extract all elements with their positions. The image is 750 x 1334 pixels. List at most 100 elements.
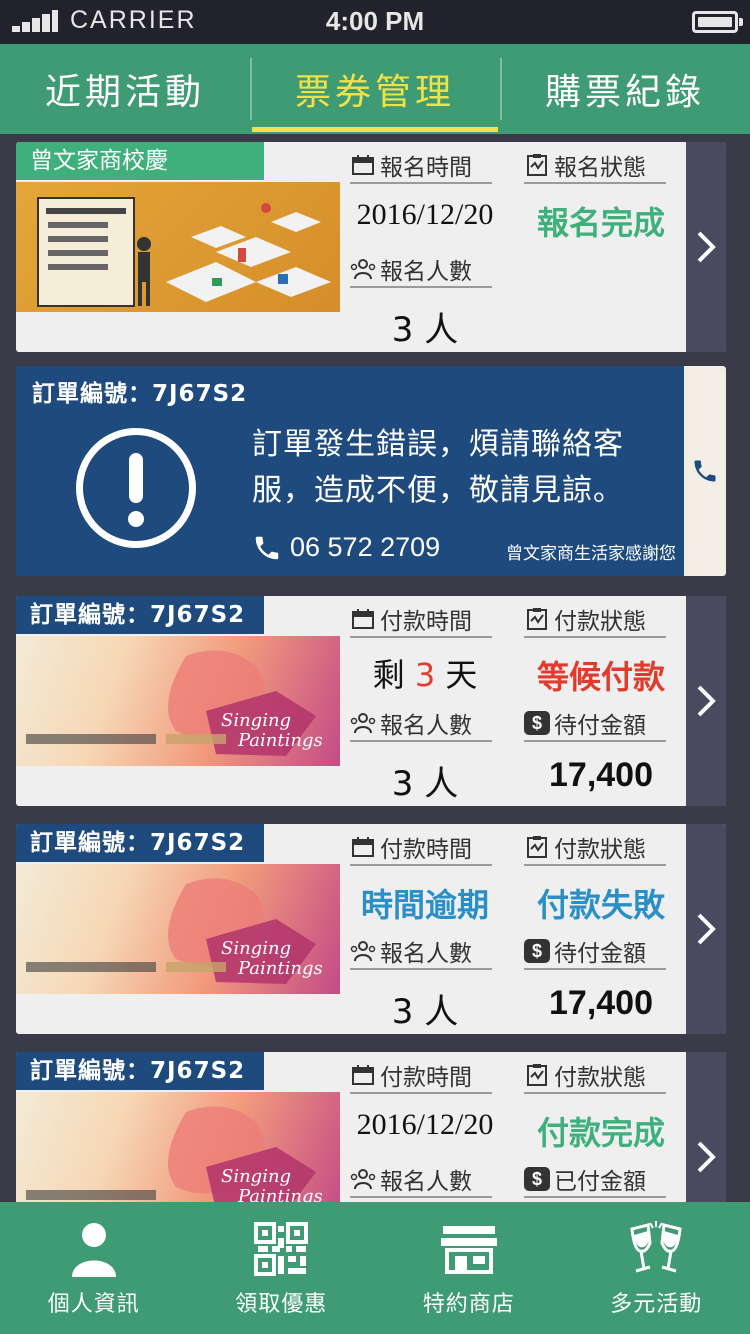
label-text: 待付金額: [554, 713, 646, 739]
chevron-right-icon: [697, 685, 716, 717]
amount-due-label: $ 待付金額: [524, 708, 666, 742]
people-icon: [350, 939, 376, 963]
payment-time-status: 時間逾期: [360, 886, 489, 924]
people-count: 3 人: [391, 992, 459, 1032]
people-icon: [350, 1167, 376, 1191]
label-text: 付款時間: [380, 1065, 472, 1091]
calendar-icon: [350, 835, 376, 859]
amount-due-label: $ 待付金額: [524, 936, 666, 970]
payment-date: 2016/12/20: [356, 1108, 494, 1141]
payment-status: 付款失敗: [536, 886, 665, 924]
tab-purchase-history[interactable]: 購票紀錄: [500, 44, 750, 134]
label-text: 待付金額: [554, 941, 646, 967]
detail-arrow-button[interactable]: [686, 824, 726, 1034]
label-text: 付款狀態: [554, 1065, 646, 1091]
label-text: 付款時間: [380, 837, 472, 863]
clipboard-icon: [524, 153, 550, 177]
dollar-icon: $: [524, 1167, 550, 1191]
payment-status: 等候付款: [536, 658, 665, 696]
people-count-label: 報名人數: [350, 708, 492, 742]
days-suffix: 天: [435, 656, 478, 694]
dollar-icon: $: [524, 711, 550, 735]
payment-time-label: 付款時間: [350, 1060, 492, 1094]
store-icon: [438, 1218, 500, 1280]
people-count-label: 報名人數: [350, 254, 492, 288]
error-message: 訂單發生錯誤，煩請聯絡客服，造成不便，敬請見諒。: [252, 427, 624, 508]
nav-item-profile[interactable]: 個人資訊: [0, 1202, 188, 1334]
payment-card[interactable]: 訂單編號：7J67S2 Singing Paintings 付款時間 付款狀態 …: [16, 596, 726, 806]
bottom-nav: 個人資訊 領取優惠 特約商店 多元活動: [0, 1202, 750, 1334]
payment-time-label: 付款時間: [350, 832, 492, 866]
label-text: 付款狀態: [554, 609, 646, 635]
alert-icon: [76, 428, 196, 548]
label-text: 報名人數: [380, 1169, 472, 1195]
calendar-icon: [350, 153, 376, 177]
order-error-card: 訂單編號：7J67S2 訂單發生錯誤，煩請聯絡客服，造成不便，敬請見諒。 06 …: [16, 366, 726, 576]
label-text: 報名狀態: [554, 155, 646, 181]
order-number: 訂單編號：7J67S2: [16, 1052, 264, 1090]
amount-due: 17,400: [549, 984, 653, 1022]
calendar-icon: [350, 607, 376, 631]
svg-text:Paintings: Paintings: [237, 730, 323, 751]
label-text: 報名人數: [380, 941, 472, 967]
people-count: 3 人: [391, 310, 459, 350]
phone-icon: [255, 536, 279, 559]
chevron-right-icon: [697, 231, 716, 263]
tab-label: 票券管理: [294, 72, 455, 113]
nav-item-activities[interactable]: 多元活動: [563, 1202, 750, 1334]
people-count: 3 人: [391, 764, 459, 804]
event-thumbnail: Singing Paintings: [16, 636, 340, 766]
event-thumbnail: [16, 182, 340, 312]
registration-status: 報名完成: [536, 204, 665, 242]
thanks-note: 曾文家商生活家感謝您: [506, 544, 676, 564]
nav-label: 個人資訊: [47, 1292, 140, 1317]
support-phone[interactable]: 06 572 2709: [252, 532, 440, 563]
people-icon: [350, 711, 376, 735]
label-text: 付款時間: [380, 609, 472, 635]
payment-status: 付款完成: [536, 1114, 665, 1152]
phone-icon: [694, 460, 716, 482]
svg-text:Singing: Singing: [221, 1166, 291, 1187]
tab-ticket-management[interactable]: 票券管理: [250, 44, 500, 134]
call-button[interactable]: [684, 366, 726, 576]
label-text: 報名人數: [380, 259, 472, 285]
dollar-icon: $: [524, 939, 550, 963]
svg-text:Paintings: Paintings: [237, 958, 323, 979]
chevron-right-icon: [697, 913, 716, 945]
amount-due: 17,400: [549, 756, 653, 794]
clipboard-icon: [524, 607, 550, 631]
people-count-label: 報名人數: [350, 936, 492, 970]
svg-text:Singing: Singing: [221, 938, 291, 959]
registration-card[interactable]: 曾文家商校慶 報名時間 報名狀態 2016/12/20 報名完成 報名人數 3 …: [16, 142, 726, 352]
chevron-right-icon: [697, 1141, 716, 1173]
tab-label: 購票紀錄: [544, 72, 705, 113]
clipboard-icon: [524, 1063, 550, 1087]
nav-item-partner-stores[interactable]: 特約商店: [375, 1202, 563, 1334]
label-text: 已付金額: [554, 1169, 646, 1195]
days-prefix: 剩: [372, 656, 415, 694]
event-name: 曾文家商校慶: [16, 142, 264, 180]
days-count: 3: [414, 656, 436, 694]
registration-time-label: 報名時間: [350, 150, 492, 184]
phone-number: 06 572 2709: [290, 532, 441, 562]
order-number: 訂單編號：7J67S2: [16, 596, 264, 634]
people-icon: [350, 257, 376, 281]
tab-recent-events[interactable]: 近期活動: [0, 44, 250, 134]
detail-arrow-button[interactable]: [686, 142, 726, 352]
detail-arrow-button[interactable]: [686, 596, 726, 806]
nav-label: 特約商店: [422, 1292, 515, 1317]
payment-status-label: 付款狀態: [524, 832, 666, 866]
nav-label: 多元活動: [610, 1292, 703, 1317]
clock: 4:00 PM: [325, 6, 425, 36]
svg-text:Singing: Singing: [221, 710, 291, 731]
tab-label: 近期活動: [44, 72, 205, 113]
payment-card[interactable]: 訂單編號：7J67S2 Singing Paintings 付款時間 付款狀態 …: [16, 824, 726, 1034]
event-thumbnail: Singing Paintings: [16, 1092, 340, 1202]
detail-arrow-button[interactable]: [686, 1052, 726, 1202]
people-count-label: 報名人數: [350, 1164, 492, 1198]
payment-card[interactable]: 訂單編號：7J67S2 Singing Paintings 付款時間 付款狀態 …: [16, 1052, 726, 1202]
status-bar: CARRIER 4:00 PM: [0, 0, 750, 44]
ticket-list[interactable]: 曾文家商校慶 報名時間 報名狀態 2016/12/20 報名完成 報名人數 3 …: [0, 134, 750, 1202]
nav-item-coupons[interactable]: 領取優惠: [188, 1202, 376, 1334]
qr-code-icon: [250, 1218, 312, 1280]
